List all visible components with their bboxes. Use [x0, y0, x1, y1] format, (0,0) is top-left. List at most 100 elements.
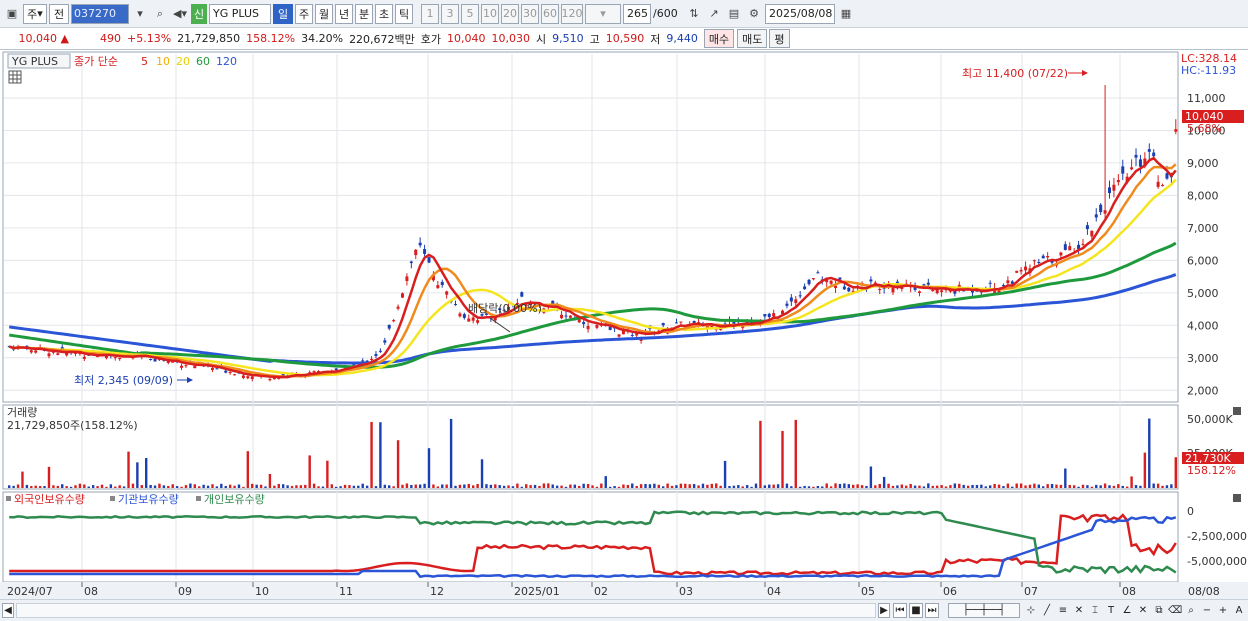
volume-bar	[237, 484, 241, 488]
candle-body	[82, 356, 86, 359]
speaker-icon[interactable]: ◀▾	[171, 4, 189, 24]
scroll-track[interactable]	[16, 603, 876, 618]
interval-30-button[interactable]: 30	[521, 3, 539, 24]
period-second-button[interactable]: 초	[375, 3, 393, 24]
volume-bar	[1090, 486, 1094, 488]
volume-bar	[547, 483, 550, 488]
volume-bar	[538, 485, 541, 488]
trash-icon[interactable]: ⌫	[1168, 603, 1182, 618]
interval-10-button[interactable]: 10	[481, 3, 499, 24]
stop-icon[interactable]: ■	[909, 603, 923, 618]
eval-button[interactable]: 평	[769, 29, 790, 48]
zoom-in-icon[interactable]: ⌕	[1184, 603, 1198, 618]
market-type-select[interactable]: 주 ▾	[23, 3, 47, 24]
zoom-icon[interactable]: ⇅	[685, 4, 703, 24]
sell-button[interactable]: 매도	[737, 29, 768, 48]
first-page-icon[interactable]: ⏮	[893, 603, 907, 618]
stock-code-input[interactable]: 037270	[71, 3, 129, 24]
period-minute-button[interactable]: 분	[355, 3, 373, 24]
bottom-controls: ◀ ▶ ⏮ ■ ⏭ ├──┼──┤ ⊹ ╱ ≡ ✕ ⌶ T ∠ ✕ ⧉ ⌫ ⌕ …	[0, 599, 1248, 621]
last-page-icon[interactable]: ⏭	[925, 603, 939, 618]
candle-body	[1112, 184, 1116, 191]
candle-body	[1041, 255, 1045, 259]
font-size-icon[interactable]: A	[1232, 603, 1246, 618]
cross-tool-icon[interactable]: ✕	[1136, 603, 1150, 618]
volume-close-icon[interactable]	[1233, 407, 1241, 415]
volume-bar	[878, 484, 881, 488]
interval-20-button[interactable]: 20	[501, 3, 519, 24]
custom-interval-select[interactable]: ▾	[585, 3, 621, 24]
search-icon[interactable]: ⌕	[151, 4, 169, 24]
volume-bar	[719, 485, 722, 488]
volume-bar	[1148, 418, 1151, 488]
volume-bar	[944, 486, 948, 488]
volume-bar	[507, 485, 510, 488]
volume-bar	[644, 483, 647, 488]
volume-bar	[264, 486, 267, 488]
period-month-button[interactable]: 월	[315, 3, 333, 24]
candle-body	[1161, 185, 1165, 187]
copy-icon[interactable]: ⧉	[1152, 603, 1166, 618]
draw-tool-icon[interactable]: ↗	[705, 4, 723, 24]
volume-bar	[604, 476, 607, 488]
crosshair-icon[interactable]: ⊹	[1024, 603, 1038, 618]
volume-bar	[379, 422, 382, 488]
volume-bar	[922, 486, 926, 488]
save-icon[interactable]: ▤	[725, 4, 743, 24]
candle-body	[1121, 166, 1125, 174]
volume-bar	[1165, 485, 1169, 488]
buy-button[interactable]: 매수	[703, 29, 735, 48]
interval-3-button[interactable]: 3	[441, 3, 459, 24]
interval-5-button[interactable]: 5	[461, 3, 479, 24]
candle-body	[180, 365, 184, 368]
candle-body	[423, 249, 427, 254]
volume-bar	[905, 485, 908, 488]
interval-120-button[interactable]: 120	[561, 3, 583, 24]
table-icon[interactable]	[8, 70, 22, 84]
volume-value-label: 21,729,850주(158.12%)	[7, 419, 138, 432]
volume-bar	[1156, 483, 1160, 488]
period-year-button[interactable]: 년	[335, 3, 353, 24]
text-tool-icon[interactable]: T	[1104, 603, 1118, 618]
angle-tool-icon[interactable]: ∠	[1120, 603, 1134, 618]
dropdown-icon[interactable]: ▾	[131, 4, 149, 24]
high-price: 10,590	[605, 32, 645, 45]
volume-panel[interactable]	[2, 404, 1179, 490]
interval-60-button[interactable]: 60	[541, 3, 559, 24]
window-icon[interactable]: ▣	[3, 4, 21, 24]
scroll-left-icon[interactable]: ◀	[2, 603, 14, 618]
stock-name-field[interactable]: YG PLUS	[209, 3, 271, 24]
fibo-tool-icon[interactable]: ≡	[1056, 603, 1070, 618]
date-input[interactable]: 2025/08/08	[765, 3, 835, 24]
stock-chart[interactable]: YG PLUS 종가 단순 5 10 20 60 120 LC:328.14 H…	[0, 50, 1248, 599]
candle-body	[1134, 154, 1138, 158]
candle-body	[392, 320, 396, 322]
plus-icon[interactable]: +	[1216, 603, 1230, 618]
delete-tool-icon[interactable]: ✕	[1072, 603, 1086, 618]
volume-bar	[1125, 486, 1129, 488]
volume-bar	[807, 486, 811, 488]
calendar-icon[interactable]: ▦	[837, 4, 855, 24]
period-day-button[interactable]: 일	[273, 3, 293, 24]
scroll-right-icon[interactable]: ▶	[878, 603, 890, 618]
chart-area[interactable]: YG PLUS 종가 단순 5 10 20 60 120 LC:328.14 H…	[0, 50, 1248, 599]
holding-close-icon[interactable]	[1233, 494, 1241, 502]
period-week-button[interactable]: 주	[295, 3, 313, 24]
candle-body	[617, 334, 621, 337]
period-tool-icon[interactable]: ⌶	[1088, 603, 1102, 618]
count-input[interactable]: 265	[623, 3, 651, 24]
zoom-slider[interactable]: ├──┼──┤	[948, 603, 1020, 618]
volume-bar	[759, 420, 762, 488]
volume-bar	[962, 484, 965, 488]
line-tool-icon[interactable]: ╱	[1040, 603, 1054, 618]
volume-bar	[966, 485, 970, 488]
prev-button[interactable]: 전	[49, 3, 69, 24]
minus-icon[interactable]: −	[1200, 603, 1214, 618]
volume-bar	[286, 485, 289, 488]
settings-icon[interactable]: ⚙	[745, 4, 763, 24]
legend-ma10: 10	[156, 55, 170, 68]
volume-bar	[653, 483, 656, 488]
interval-1-button[interactable]: 1	[421, 3, 439, 24]
legend-marker-icon	[110, 496, 115, 501]
period-tick-button[interactable]: 틱	[395, 3, 413, 24]
